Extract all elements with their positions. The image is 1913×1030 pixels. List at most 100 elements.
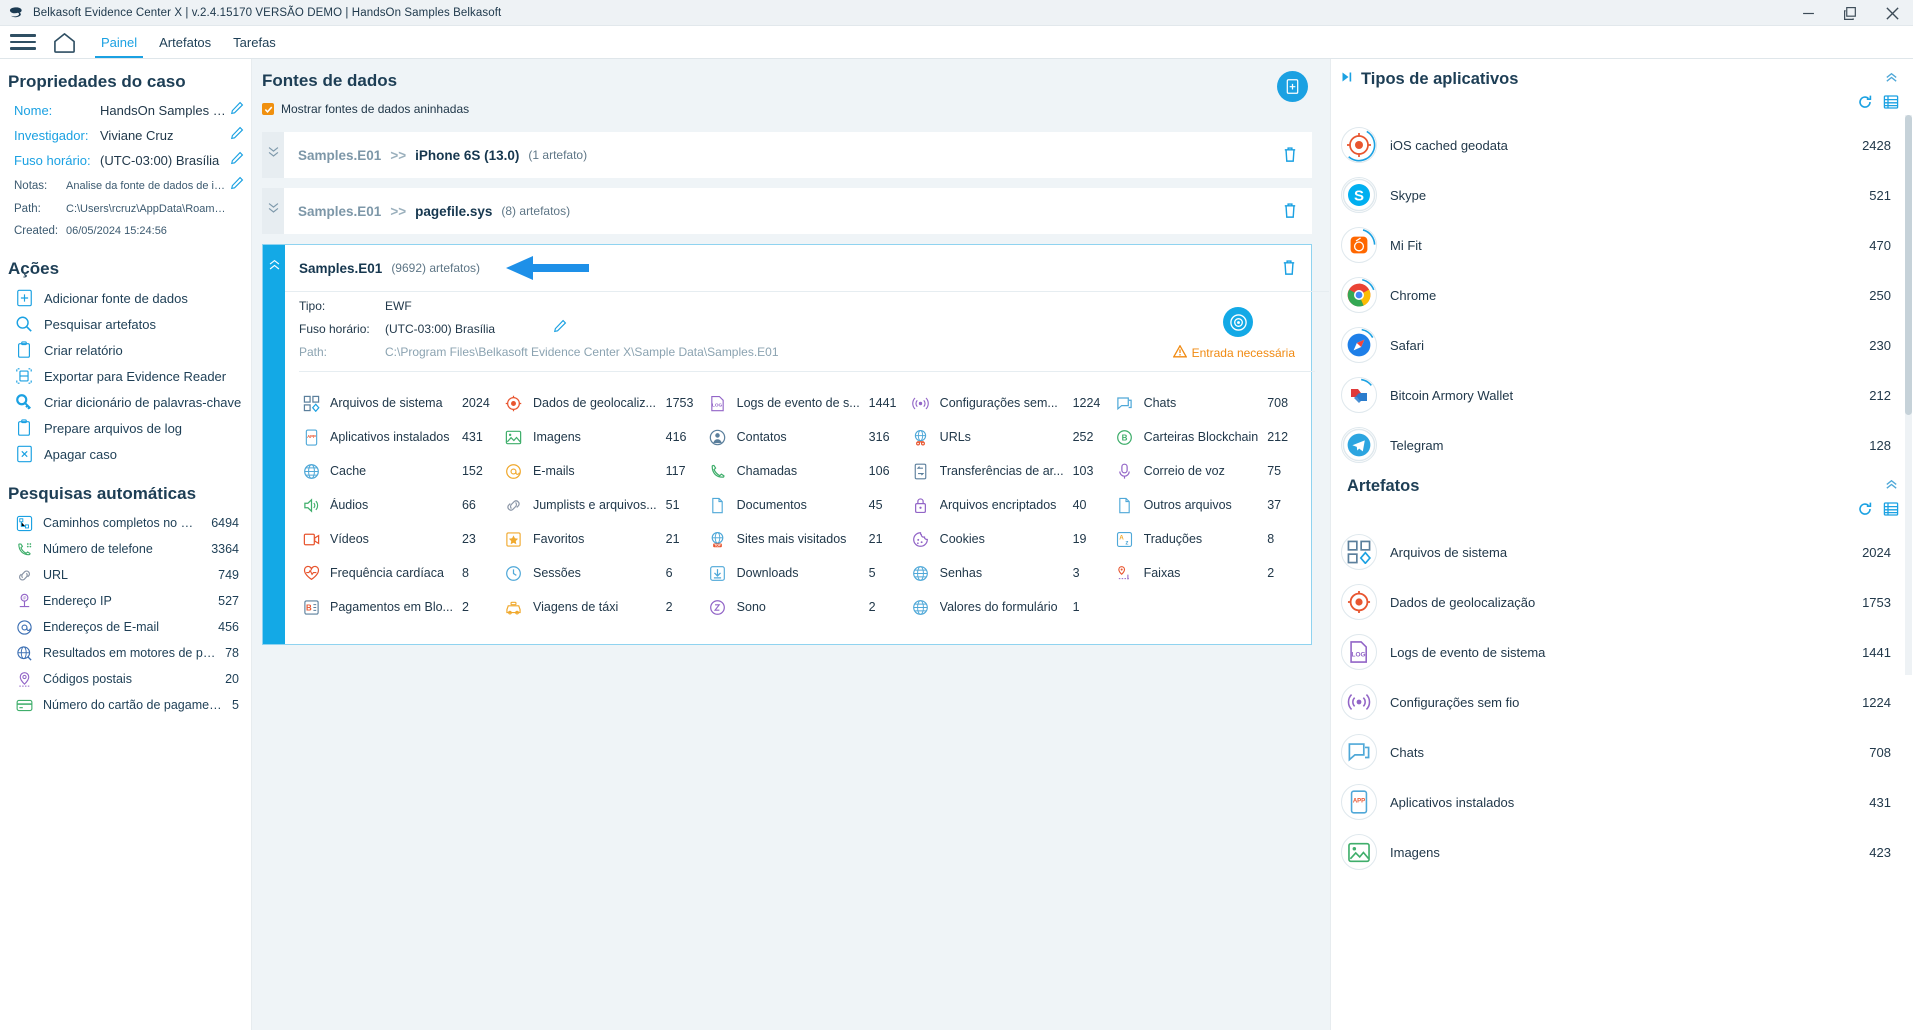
home-icon[interactable] [52,31,77,54]
app-type-chrome[interactable]: Chrome 250 [1331,270,1913,320]
auto-search-resultados-motores-de-pesquisa[interactable]: Resultados em motores de pes... 78 [0,640,251,666]
edit-pencil-icon[interactable] [553,319,567,338]
action-exportar-para-evidence-reader[interactable]: Exportar para Evidence Reader [0,363,251,389]
action-criar-dicionario-de-palavras-chave[interactable]: Criar dicionário de palavras-chave [0,389,251,415]
artifact-panel-count: 1224 [1862,694,1891,710]
artifact-sites-mais-visitados[interactable]: TOP Sites mais visitados 21 [708,522,911,556]
delete-data-source-icon[interactable] [1281,259,1297,281]
tab-tarefas[interactable]: Tarefas [223,26,286,58]
artifact-panel-arquivos-de-sistema[interactable]: Arquivos de sistema 2024 [1331,527,1913,577]
artifact-emails[interactable]: E-mails 117 [504,454,708,488]
artifact-aplicativos-instalados[interactable]: APP Aplicativos instalados 431 [301,420,504,454]
artifact-cache[interactable]: Cache 152 [301,454,504,488]
artifact-sessoes[interactable]: Sessões 6 [504,556,708,590]
hamburger-icon[interactable] [10,34,36,50]
chevron-up-icon[interactable] [1884,69,1899,89]
artifact-configuracoes-sem-fio[interactable]: Configurações sem... 1224 [911,386,1115,420]
maximize-restore-button[interactable] [1829,0,1871,26]
delete-data-source-icon[interactable] [1282,202,1298,224]
artifact-panel-configuracoes-sem-fio[interactable]: Configurações sem fio 1224 [1331,677,1913,727]
artifact-panel-dados-de-geolocalizacao[interactable]: Dados de geolocalização 1753 [1331,577,1913,627]
artifact-cookies[interactable]: Cookies 19 [911,522,1115,556]
artifact-correio-de-voz[interactable]: Correio de voz 75 [1115,454,1310,488]
app-type-telegram[interactable]: Telegram 128 [1331,420,1913,470]
app-type-skype[interactable]: S Skype 521 [1331,170,1913,220]
auto-search-numero-de-telefone[interactable]: Número de telefone 3364 [0,536,251,562]
chevron-up-icon[interactable] [1884,476,1899,496]
action-adicionar-fonte-de-dados[interactable]: Adicionar fonte de dados [0,285,251,311]
artifact-sono[interactable]: Sono 2 [708,590,911,624]
action-criar-relatorio[interactable]: Criar relatório [0,337,251,363]
minimize-button[interactable] [1787,0,1829,26]
delete-data-source-icon[interactable] [1282,146,1298,168]
artifact-arquivos-de-sistema[interactable]: Arquivos de sistema 2024 [301,386,504,420]
artifact-logs-de-evento-de-sistema[interactable]: LOG Logs de evento de s... 1441 [708,386,911,420]
data-source-card-samples-e01[interactable]: Samples.E01 (9692) artefatos) Tipo: EWF … [262,244,1330,645]
artifact-contatos[interactable]: Contatos 316 [708,420,911,454]
auto-search-numero-do-cartao-de-pagamento[interactable]: Número do cartão de pagamento 5 [0,692,251,718]
right-sidebar-scrollbar[interactable] [1905,115,1912,675]
list-icon[interactable] [1883,94,1899,115]
artifact-viagens-de-taxi[interactable]: Viagens de táxi 2 [504,590,708,624]
artifact-traducoes[interactable]: Az Traduções 8 [1115,522,1310,556]
auto-search-codigos-postais[interactable]: Códigos postais 20 [0,666,251,692]
tab-artefatos[interactable]: Artefatos [149,26,221,58]
edit-pencil-icon[interactable] [230,101,245,120]
expand-collapse-handle[interactable] [262,188,284,234]
show-nested-row[interactable]: Mostrar fontes de dados aninhadas [262,102,1312,116]
artifact-frequencia-cardiaca[interactable]: Frequência cardíaca 8 [301,556,504,590]
artifact-panel-imagens[interactable]: Imagens 423 [1331,827,1913,877]
edit-pencil-icon[interactable] [230,126,245,145]
artifact-documentos[interactable]: Documentos 45 [708,488,911,522]
add-data-source-button[interactable] [1277,71,1308,102]
artifact-chats[interactable]: Chats 708 [1115,386,1310,420]
auto-search-caminhos-completos[interactable]: Caminhos completos no Wi... 6494 [0,510,251,536]
artifact-outros-arquivos[interactable]: Outros arquivos 37 [1115,488,1310,522]
analyze-data-source-button[interactable] [1223,307,1253,337]
svg-text:z: z [1125,539,1128,546]
scrollbar-thumb[interactable] [1905,115,1912,415]
action-pesquisar-artefatos[interactable]: Pesquisar artefatos [0,311,251,337]
auto-search-endereco-ip[interactable]: IP Endereço IP 527 [0,588,251,614]
app-type-ios-cached-geodata[interactable]: iOS cached geodata 2428 [1331,120,1913,170]
artifact-valores-do-formulario[interactable]: Valores do formulário 1 [911,590,1115,624]
refresh-icon[interactable] [1857,94,1873,115]
artifact-panel-logs-de-evento-de-sistema[interactable]: LOG Logs de evento de sistema 1441 [1331,627,1913,677]
artifact-favoritos[interactable]: Favoritos 21 [504,522,708,556]
list-icon[interactable] [1883,501,1899,522]
artifact-downloads[interactable]: Downloads 5 [708,556,911,590]
artifact-videos[interactable]: Vídeos 23 [301,522,504,556]
artifact-panel-chats[interactable]: Chats 708 [1331,727,1913,777]
artifact-audios[interactable]: Áudios 66 [301,488,504,522]
app-type-bitcoin-armory-wallet[interactable]: Bitcoin Armory Wallet 212 [1331,370,1913,420]
artifact-imagens[interactable]: Imagens 416 [504,420,708,454]
close-button[interactable] [1871,0,1913,26]
artifact-dados-de-geolocalizacao[interactable]: Dados de geolocaliz... 1753 [504,386,708,420]
action-prepare-arquivos-de-log[interactable]: Prepare arquivos de log [0,415,251,441]
action-apagar-caso[interactable]: Apagar caso [0,441,251,467]
artifact-jumplists-e-arquivos[interactable]: Jumplists e arquivos... 51 [504,488,708,522]
artifact-senhas[interactable]: Senhas 3 [911,556,1115,590]
app-type-mi-fit[interactable]: Mi Fit 470 [1331,220,1913,270]
play-icon[interactable] [1341,70,1353,88]
auto-search-url[interactable]: URL 749 [0,562,251,588]
artifact-arquivos-encriptados[interactable]: Arquivos encriptados 40 [911,488,1115,522]
data-source-card-iphone[interactable]: Samples.E01 >> iPhone 6S (13.0) (1 artef… [262,132,1312,178]
expand-collapse-handle[interactable] [263,245,285,644]
show-nested-checkbox[interactable] [262,103,274,115]
app-type-safari[interactable]: Safari 230 [1331,320,1913,370]
artifact-faixas[interactable]: Faixas 2 [1115,556,1310,590]
edit-pencil-icon[interactable] [230,151,245,170]
artifact-urls[interactable]: URLs 252 [911,420,1115,454]
artifact-chamadas[interactable]: Chamadas 106 [708,454,911,488]
refresh-icon[interactable] [1857,501,1873,522]
artifact-panel-aplicativos-instalados[interactable]: APP Aplicativos instalados 431 [1331,777,1913,827]
auto-search-enderecos-de-email[interactable]: Endereços de E-mail 456 [0,614,251,640]
artifact-carteiras-blockchain[interactable]: B Carteiras Blockchain 212 [1115,420,1310,454]
tab-painel[interactable]: Painel [91,26,147,58]
artifact-pagamentos-em-blockchain[interactable]: B Pagamentos em Blo... 2 [301,590,504,624]
data-source-card-pagefile[interactable]: Samples.E01 >> pagefile.sys (8) artefato… [262,188,1312,234]
edit-pencil-icon[interactable] [230,176,245,195]
expand-collapse-handle[interactable] [262,132,284,178]
artifact-transferencias-de-arquivos[interactable]: Transferências de ar... 103 [911,454,1115,488]
